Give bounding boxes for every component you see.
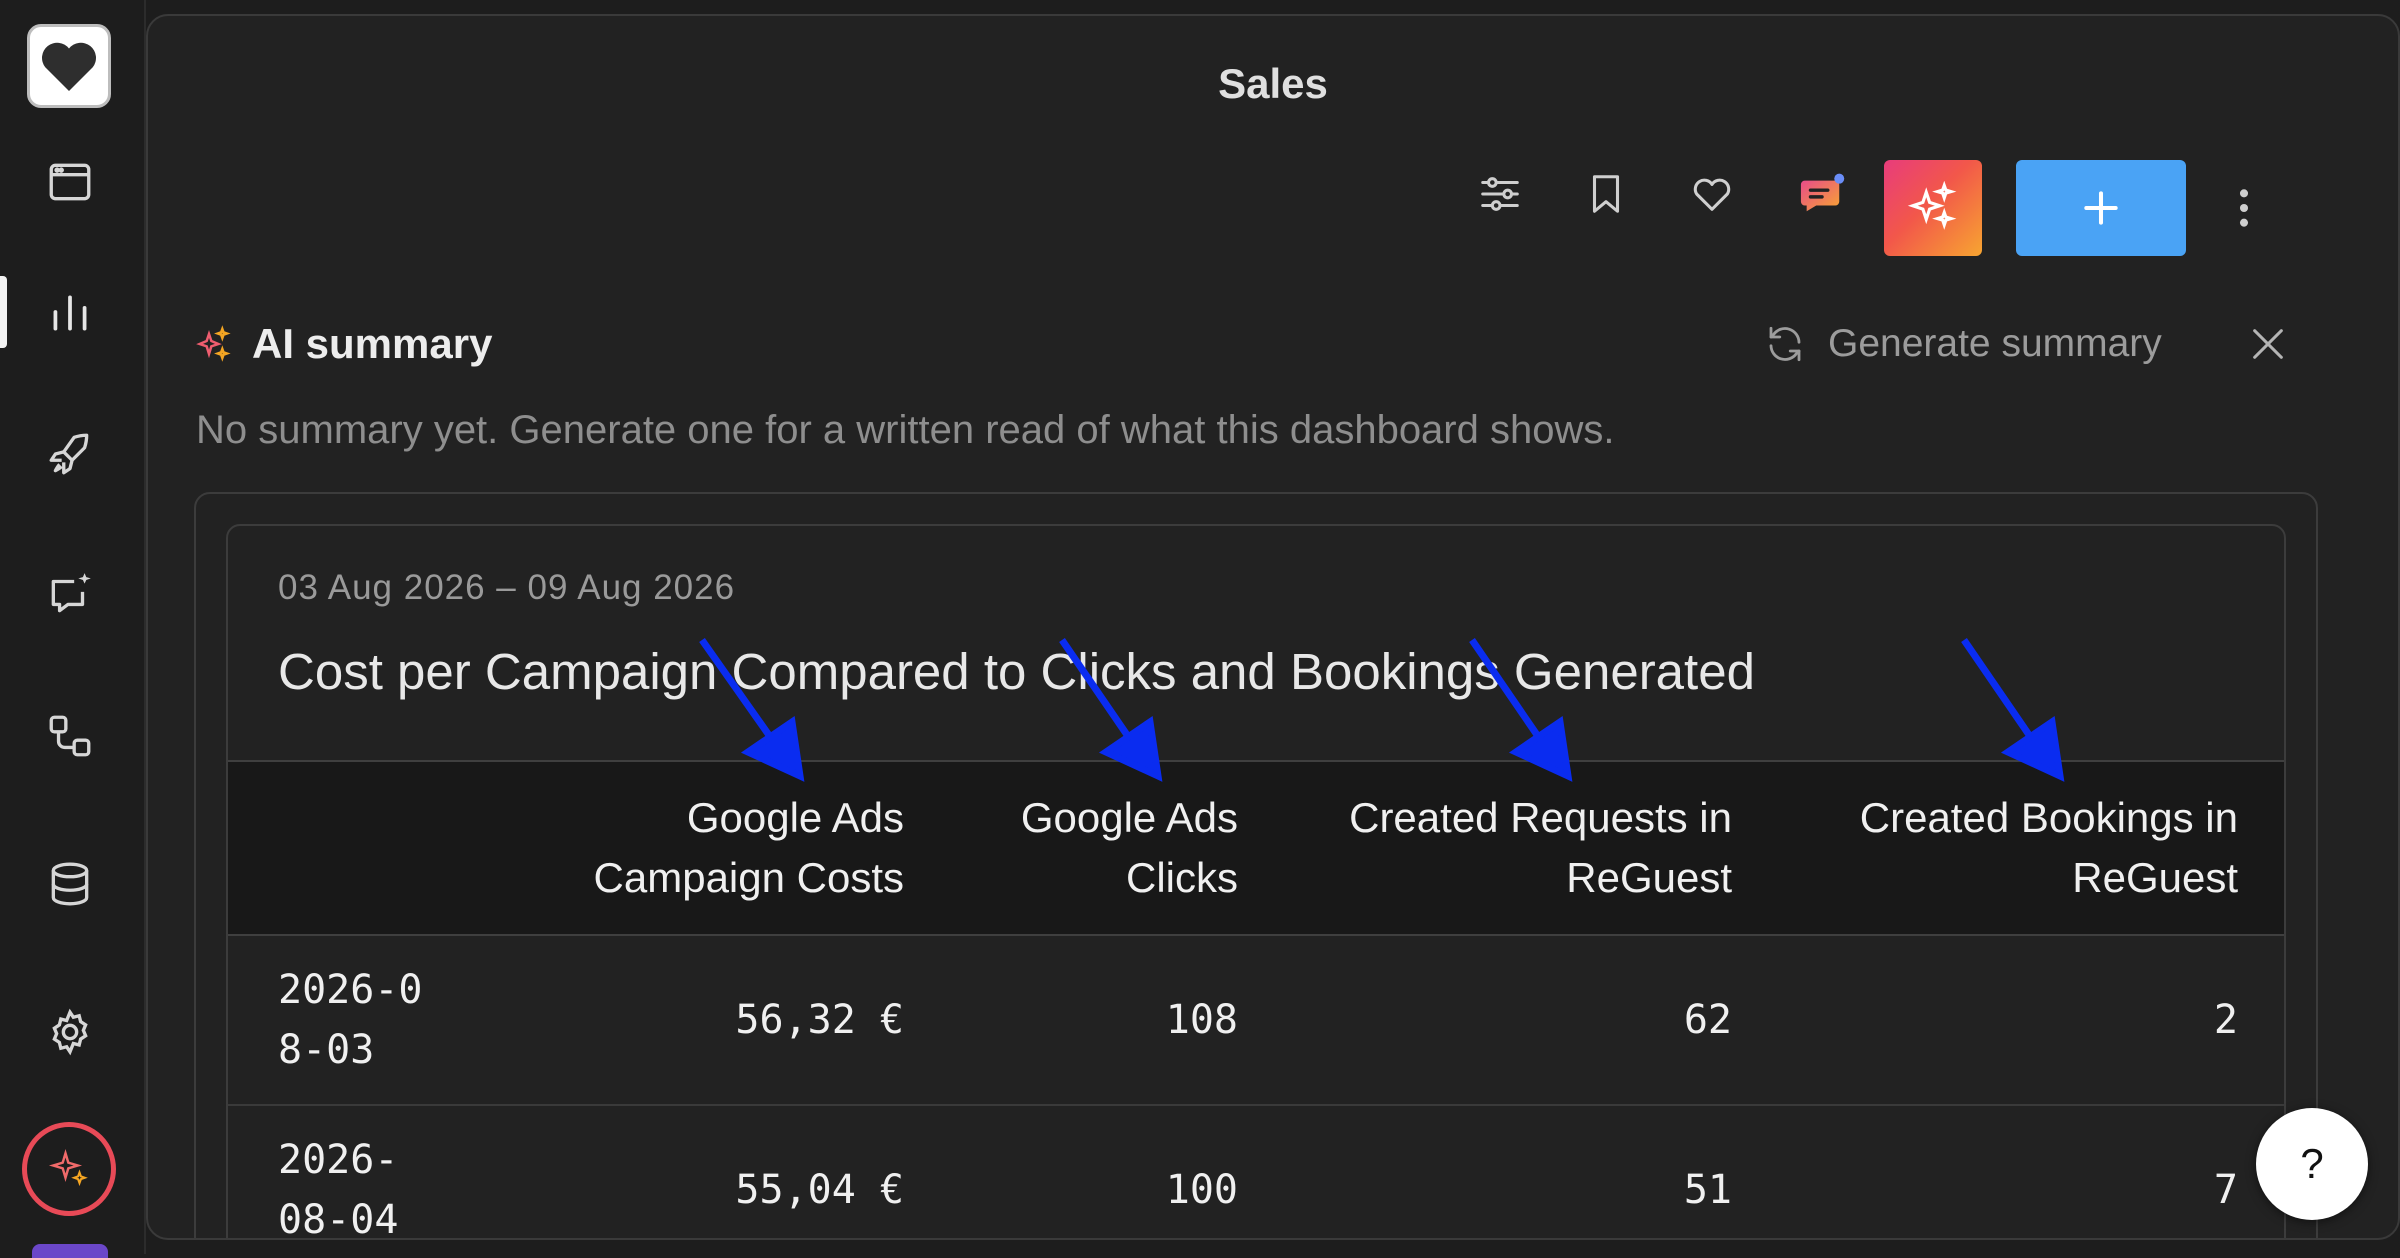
- rocket-icon: [49, 433, 89, 475]
- cell-bookings: 7: [1782, 1105, 2284, 1238]
- heart-icon: [41, 42, 97, 91]
- refresh-icon: [1769, 326, 1801, 362]
- column-header-date[interactable]: [228, 760, 494, 936]
- gear-icon: [52, 1008, 88, 1056]
- cell-requests: 62: [1288, 935, 1782, 1106]
- generate-summary-button[interactable]: Generate summary: [1764, 316, 2162, 372]
- cell-requests: 51: [1288, 1105, 1782, 1238]
- nav-item-browser[interactable]: [36, 148, 104, 216]
- chat-sparkle-icon: [51, 573, 91, 613]
- nav-item-data[interactable]: [36, 850, 104, 918]
- cell-bookings: 2: [1782, 935, 2284, 1106]
- plus-icon: [2084, 191, 2118, 225]
- nav-item-ai-chat[interactable]: [36, 560, 104, 628]
- page-title: Sales: [1218, 60, 1328, 107]
- nav-item-settings[interactable]: [36, 998, 104, 1066]
- report-table-card[interactable]: 03 Aug 2026 – 09 Aug 2026 Cost per Campa…: [226, 524, 2286, 1238]
- cell-date: 2026-08-04: [228, 1105, 494, 1238]
- sparkle-icon: [196, 325, 231, 362]
- report-table: Google Ads Campaign Costs Google Ads Cli…: [228, 760, 2284, 1238]
- column-header-requests[interactable]: Created Requests in ReGuest: [1288, 760, 1782, 936]
- ai-summary-label: AI summary: [252, 320, 493, 367]
- comments-button[interactable]: [1790, 162, 1854, 226]
- cell-clicks: 108: [954, 935, 1288, 1106]
- close-summary-button[interactable]: [2240, 316, 2296, 372]
- sidebar: [0, 0, 146, 1258]
- table-header-row: Google Ads Campaign Costs Google Ads Cli…: [228, 760, 2284, 936]
- cell-campaign-costs: 56,32 €: [494, 935, 954, 1106]
- sparkle-icon: [1907, 181, 1957, 230]
- database-icon: [51, 862, 89, 906]
- ai-assistant-button[interactable]: [22, 1122, 116, 1216]
- filter-button[interactable]: [1468, 162, 1532, 226]
- active-indicator: [0, 276, 7, 348]
- chat-icon: [1800, 173, 1845, 212]
- close-icon: [2253, 329, 2283, 359]
- favorite-button[interactable]: [1680, 162, 1744, 226]
- cell-date: 2026-08-03: [228, 935, 494, 1106]
- report-title: Cost per Campaign Compared to Clicks and…: [278, 643, 1755, 700]
- more-options-button[interactable]: [2224, 176, 2264, 240]
- summary-empty-text: No summary yet. Generate one for a writt…: [196, 408, 1615, 452]
- sparkle-icon: [48, 1148, 88, 1187]
- dashboard-panel: Sales AI summary Generate summary No sum…: [146, 14, 2400, 1240]
- filter-sliders-icon: [1481, 177, 1519, 211]
- cell-campaign-costs: 55,04 €: [494, 1105, 954, 1238]
- more-vertical-icon: [2239, 189, 2249, 227]
- heart-outline-icon: [1693, 178, 1731, 211]
- table-row: 2026-08-03 56,32 € 108 62 2: [228, 935, 2284, 1106]
- generate-summary-label: Generate summary: [1828, 322, 2162, 365]
- column-header-campaign-costs[interactable]: Google Ads Campaign Costs: [494, 760, 954, 936]
- nav-item-workflows[interactable]: [36, 702, 104, 770]
- bar-chart-icon: [53, 295, 87, 331]
- extra-sidebar-item[interactable]: [32, 1244, 108, 1258]
- table-row: 2026-08-04 55,04 € 100 51 7: [228, 1105, 2284, 1238]
- nav-item-charts[interactable]: [36, 278, 104, 346]
- bookmark-button[interactable]: [1574, 162, 1638, 226]
- workflow-icon: [49, 715, 91, 757]
- cell-clicks: 100: [954, 1105, 1288, 1238]
- bookmark-icon: [1592, 175, 1620, 213]
- ai-summary-header: AI summary: [194, 314, 492, 374]
- add-button[interactable]: [2016, 160, 2186, 256]
- nav-item-launch[interactable]: [36, 420, 104, 488]
- ai-sparkle-button[interactable]: [1884, 160, 1982, 256]
- column-header-clicks[interactable]: Google Ads Clicks: [954, 760, 1288, 936]
- help-button[interactable]: ?: [2256, 1108, 2368, 1220]
- browser-window-icon: [49, 163, 91, 201]
- date-range: 03 Aug 2026 – 09 Aug 2026: [278, 568, 736, 607]
- column-header-bookings[interactable]: Created Bookings in ReGuest: [1782, 760, 2284, 936]
- app-logo[interactable]: [27, 24, 111, 108]
